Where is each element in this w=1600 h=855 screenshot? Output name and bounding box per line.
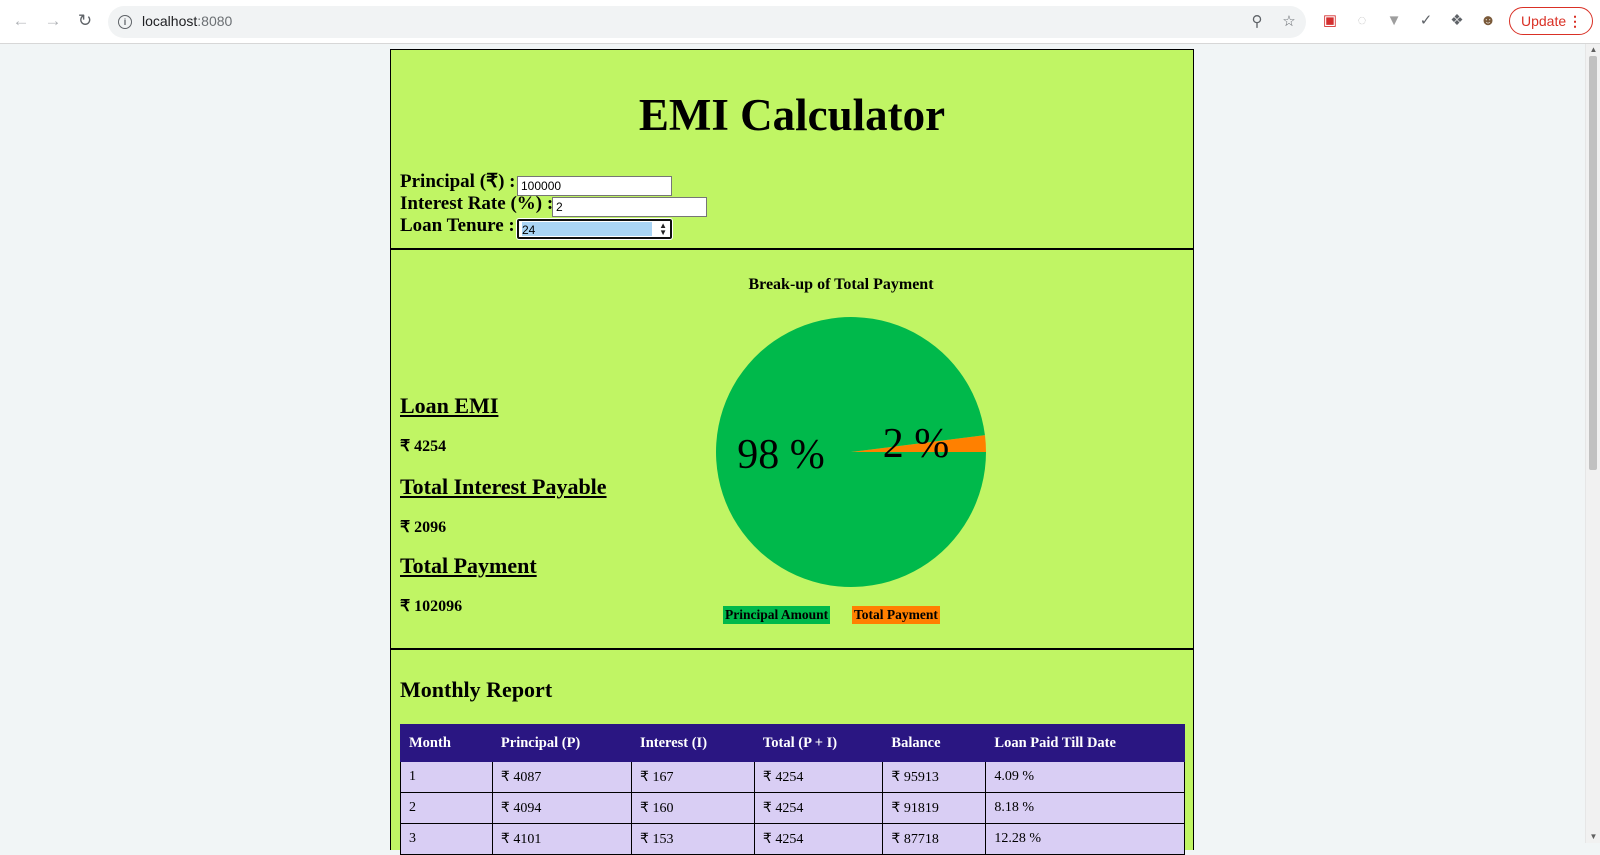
browser-toolbar: ← → ↻ i localhost:8080 ⚲ ☆ ▣ ◌ ▼ ✓ ❖ ☻ U…: [0, 0, 1600, 44]
total-payment-value: ₹ 102096: [400, 598, 463, 615]
total-payment-heading: Total Payment: [400, 553, 537, 578]
table-cell: ₹ 4254: [753, 792, 884, 824]
extension-red-icon[interactable]: ▣: [1320, 11, 1340, 31]
total-interest-heading: Total Interest Payable: [400, 474, 607, 499]
table-header-cell: Interest (I): [631, 724, 755, 762]
table-cell: 2: [400, 792, 493, 824]
table-header-cell: Total (P + I): [753, 724, 884, 762]
monthly-report-title: Monthly Report: [400, 677, 553, 702]
principal-label: Principal (₹) :: [400, 171, 516, 192]
table-cell: 4.09 %: [985, 761, 1185, 793]
zoom-icon[interactable]: ⚲: [1247, 12, 1267, 32]
table-cell: ₹ 87718: [882, 823, 987, 855]
monthly-report-table: Month Principal (P) Interest (I) Total (P +…: [400, 724, 1185, 855]
table-row: 2 ₹ 4094 ₹ 160 ₹ 4254 ₹ 91819 8.18 %: [400, 792, 1185, 824]
back-icon[interactable]: ←: [9, 9, 33, 33]
profile-avatar-icon[interactable]: ☻: [1478, 11, 1498, 31]
table-cell: ₹ 95913: [882, 761, 987, 793]
extension-vue-icon[interactable]: ▼: [1384, 11, 1404, 31]
extension-circle-icon[interactable]: ◌: [1352, 11, 1372, 31]
input-section: EMI Calculator Principal (₹) : 100000 In…: [391, 50, 1193, 250]
legend-total-payment: Total Payment: [852, 606, 940, 624]
table-cell: ₹ 4254: [753, 823, 884, 855]
address-url[interactable]: localhost:8080: [142, 13, 232, 29]
site-info-icon[interactable]: i: [118, 15, 132, 29]
eyedropper-icon[interactable]: ✓: [1416, 11, 1436, 31]
loan-emi-heading: Loan EMI: [400, 393, 499, 418]
scroll-down-arrow-icon[interactable]: ▼: [1586, 831, 1600, 843]
scroll-up-arrow-icon[interactable]: ▲: [1586, 44, 1600, 56]
page-title: EMI Calculator: [638, 90, 946, 140]
more-menu-icon[interactable]: ⋮: [1568, 8, 1582, 34]
total-interest-value: ₹ 2096: [400, 519, 447, 536]
loan-emi-value: ₹ 4254: [400, 438, 447, 455]
summary-section: Loan EMI ₹ 4254 Total Interest Payable ₹…: [391, 250, 1193, 650]
table-cell: 3: [400, 823, 493, 855]
table-cell: ₹ 91819: [882, 792, 987, 824]
extensions-puzzle-icon[interactable]: ❖: [1447, 11, 1467, 31]
table-header-cell: Loan Paid Till Date: [985, 724, 1185, 762]
table-header-cell: Month: [400, 724, 493, 762]
table-header-cell: Principal (P): [491, 724, 633, 762]
update-button[interactable]: Update ⋮: [1509, 7, 1593, 35]
table-row: 3 ₹ 4101 ₹ 153 ₹ 4254 ₹ 87718 12.28 %: [400, 823, 1185, 855]
address-bar[interactable]: i localhost:8080 ⚲ ☆: [108, 6, 1306, 38]
bookmark-star-icon[interactable]: ☆: [1279, 12, 1299, 32]
spinner-arrows-icon[interactable]: ▲ ▼: [659, 222, 667, 237]
loan-tenure-value: 24: [522, 222, 652, 237]
loan-tenure-input[interactable]: 24 ▲ ▼: [516, 218, 673, 240]
legend-principal-amount: Principal Amount: [723, 606, 831, 624]
table-row: 1 ₹ 4087 ₹ 167 ₹ 4254 ₹ 95913 4.09 %: [400, 761, 1185, 793]
table-header-cell: Balance: [882, 724, 987, 762]
monthly-report-section: Monthly Report Month Principal (P) Interes…: [391, 650, 1193, 855]
table-cell: ₹ 153: [631, 823, 755, 855]
interest-rate-input[interactable]: 2: [552, 197, 707, 217]
forward-icon[interactable]: →: [41, 9, 65, 33]
interest-rate-label: Interest Rate (%) :: [400, 193, 554, 214]
pie-label-total-payment: 2 %: [883, 421, 950, 467]
table-cell: ₹ 167: [631, 761, 755, 793]
chart-title: Break-up of Total Payment: [748, 276, 934, 293]
reload-icon[interactable]: ↻: [73, 9, 97, 33]
table-cell: ₹ 4087: [491, 761, 633, 793]
pie-label-principal-amount: 98 %: [737, 432, 825, 478]
table-cell: 12.28 %: [985, 823, 1185, 855]
table-cell: ₹ 4101: [491, 823, 633, 855]
emi-calculator-app: EMI Calculator Principal (₹) : 100000 In…: [390, 49, 1194, 855]
scroll-thumb[interactable]: [1589, 56, 1597, 470]
page-scrollbar[interactable]: ▲ ▼: [1585, 44, 1600, 843]
table-cell: ₹ 4254: [753, 761, 884, 793]
loan-tenure-label: Loan Tenure :: [400, 215, 515, 236]
table-cell: ₹ 160: [631, 792, 755, 824]
table-cell: 8.18 %: [985, 792, 1185, 824]
payment-pie-chart: 98 % 2 %: [716, 317, 986, 588]
table-cell: 1: [400, 761, 493, 793]
table-header-row: Month Principal (P) Interest (I) Total (P +…: [400, 724, 1185, 762]
table-cell: ₹ 4094: [491, 792, 633, 824]
